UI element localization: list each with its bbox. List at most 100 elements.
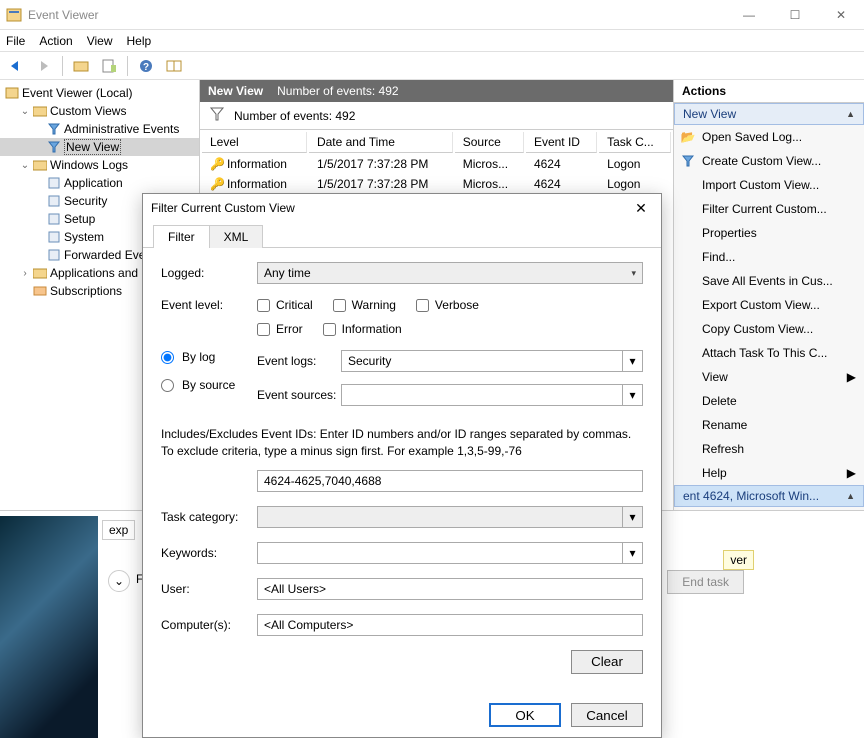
menu-action[interactable]: Action xyxy=(39,34,72,48)
action-delete[interactable]: Delete xyxy=(674,389,864,413)
collapse-icon: ▲ xyxy=(846,109,855,119)
logged-dropdown[interactable]: Any time ▾ xyxy=(257,262,643,284)
event-sources-label: Event sources: xyxy=(257,388,341,402)
toolbar: ? xyxy=(0,52,864,80)
action-filter-current[interactable]: Filter Current Custom... xyxy=(674,197,864,221)
taskmgr-tab[interactable]: exp xyxy=(102,520,135,540)
end-task-button[interactable]: End task xyxy=(667,570,744,594)
event-logs-combo[interactable]: ▾ xyxy=(341,350,643,372)
event-id-input[interactable] xyxy=(257,470,643,492)
dialog-tabs: Filter XML xyxy=(143,222,661,248)
clear-button[interactable]: Clear xyxy=(571,650,643,674)
action-view[interactable]: View▶ xyxy=(674,365,864,389)
svg-text:?: ? xyxy=(143,62,149,73)
tree-admin-events[interactable]: Administrative Events xyxy=(0,120,199,138)
properties-icon[interactable] xyxy=(97,54,121,78)
actions-panel: Actions New View▲ 📂Open Saved Log... Cre… xyxy=(674,80,864,510)
maximize-button[interactable]: ☐ xyxy=(772,0,818,30)
event-sources-input[interactable] xyxy=(342,385,622,405)
keywords-input[interactable] xyxy=(258,543,622,563)
user-input[interactable] xyxy=(257,578,643,600)
help-icon[interactable]: ? xyxy=(134,54,158,78)
keywords-label: Keywords: xyxy=(161,546,257,560)
action-create-custom-view[interactable]: Create Custom View... xyxy=(674,149,864,173)
window-title: Event Viewer xyxy=(28,8,726,22)
action-find[interactable]: Find... xyxy=(674,245,864,269)
folder-icon xyxy=(32,159,48,171)
tab-xml[interactable]: XML xyxy=(209,225,264,248)
log-icon xyxy=(46,213,62,225)
cancel-button[interactable]: Cancel xyxy=(571,703,643,727)
ok-button[interactable]: OK xyxy=(489,703,561,727)
app-icon xyxy=(6,7,22,23)
actions-group-event[interactable]: ent 4624, Microsoft Win...▲ xyxy=(674,485,864,507)
col-task[interactable]: Task C... xyxy=(599,132,671,153)
keywords-combo[interactable]: ▾ xyxy=(257,542,643,564)
tab-filter[interactable]: Filter xyxy=(153,225,210,248)
verbose-checkbox[interactable]: Verbose xyxy=(416,298,479,312)
events-header-title: New View xyxy=(208,84,263,98)
log-icon xyxy=(46,231,62,243)
tree-custom-views[interactable]: ⌄ Custom Views xyxy=(0,102,199,120)
log-icon xyxy=(46,195,62,207)
col-eventid[interactable]: Event ID xyxy=(526,132,597,153)
action-export-custom[interactable]: Export Custom View... xyxy=(674,293,864,317)
chevron-down-icon[interactable]: ▾ xyxy=(622,543,642,563)
chevron-down-icon[interactable]: ▾ xyxy=(622,351,642,371)
action-help[interactable]: Help▶ xyxy=(674,461,864,485)
action-open-saved-log[interactable]: 📂Open Saved Log... xyxy=(674,125,864,149)
dialog-title: Filter Current Custom View xyxy=(151,201,295,215)
tree-new-view[interactable]: New View xyxy=(0,138,199,156)
computers-label: Computer(s): xyxy=(161,618,257,632)
collapse-icon[interactable]: ⌄ xyxy=(18,160,32,171)
minimize-button[interactable]: — xyxy=(726,0,772,30)
col-source[interactable]: Source xyxy=(455,132,524,153)
critical-checkbox[interactable]: Critical xyxy=(257,298,313,312)
panel-icon[interactable] xyxy=(162,54,186,78)
action-save-all[interactable]: Save All Events in Cus... xyxy=(674,269,864,293)
events-header-count: Number of events: 492 xyxy=(277,84,398,98)
back-button[interactable] xyxy=(4,54,28,78)
col-level[interactable]: Level xyxy=(202,132,307,153)
menu-help[interactable]: Help xyxy=(127,34,152,48)
folder-icon xyxy=(32,105,48,117)
action-rename[interactable]: Rename xyxy=(674,413,864,437)
computers-input[interactable] xyxy=(257,614,643,636)
dialog-close-button[interactable]: ✕ xyxy=(629,200,653,217)
action-properties[interactable]: Properties xyxy=(674,221,864,245)
event-logs-input[interactable] xyxy=(342,351,622,371)
event-sources-combo[interactable]: ▾ xyxy=(341,384,643,406)
fewer-details-button[interactable]: ⌄ xyxy=(108,570,130,592)
tree-application[interactable]: Application xyxy=(0,174,199,192)
table-row[interactable]: 🔑Information 1/5/2017 7:37:28 PM Micros.… xyxy=(202,155,671,173)
close-button[interactable]: ✕ xyxy=(818,0,864,30)
logged-label: Logged: xyxy=(161,266,257,280)
expand-icon[interactable]: › xyxy=(18,268,32,279)
user-label: User: xyxy=(161,582,257,596)
funnel-icon xyxy=(46,123,62,135)
folder-icon[interactable] xyxy=(69,54,93,78)
dialog-titlebar: Filter Current Custom View ✕ xyxy=(143,194,661,222)
chevron-down-icon[interactable]: ▾ xyxy=(622,385,642,405)
collapse-icon[interactable]: ⌄ xyxy=(18,106,32,117)
tree-windows-logs[interactable]: ⌄ Windows Logs xyxy=(0,156,199,174)
action-import-custom-view[interactable]: Import Custom View... xyxy=(674,173,864,197)
folder-icon xyxy=(32,267,48,279)
information-checkbox[interactable]: Information xyxy=(323,322,402,336)
action-refresh[interactable]: Refresh xyxy=(674,437,864,461)
col-datetime[interactable]: Date and Time xyxy=(309,132,453,153)
menu-file[interactable]: File xyxy=(6,34,25,48)
error-checkbox[interactable]: Error xyxy=(257,322,303,336)
action-attach-task[interactable]: Attach Task To This C... xyxy=(674,341,864,365)
actions-group-new-view[interactable]: New View▲ xyxy=(674,103,864,125)
warning-checkbox[interactable]: Warning xyxy=(333,298,396,312)
tree-root[interactable]: Event Viewer (Local) xyxy=(0,84,199,102)
by-log-radio[interactable]: By log xyxy=(161,350,257,364)
by-source-radio[interactable]: By source xyxy=(161,378,257,392)
action-copy-custom[interactable]: Copy Custom View... xyxy=(674,317,864,341)
table-row[interactable]: 🔑Information 1/5/2017 7:37:28 PM Micros.… xyxy=(202,175,671,193)
forward-button[interactable] xyxy=(32,54,56,78)
subscriptions-icon xyxy=(32,285,48,297)
dialog-body: Logged: Any time ▾ Event level: Critical… xyxy=(143,248,661,693)
menu-view[interactable]: View xyxy=(87,34,113,48)
